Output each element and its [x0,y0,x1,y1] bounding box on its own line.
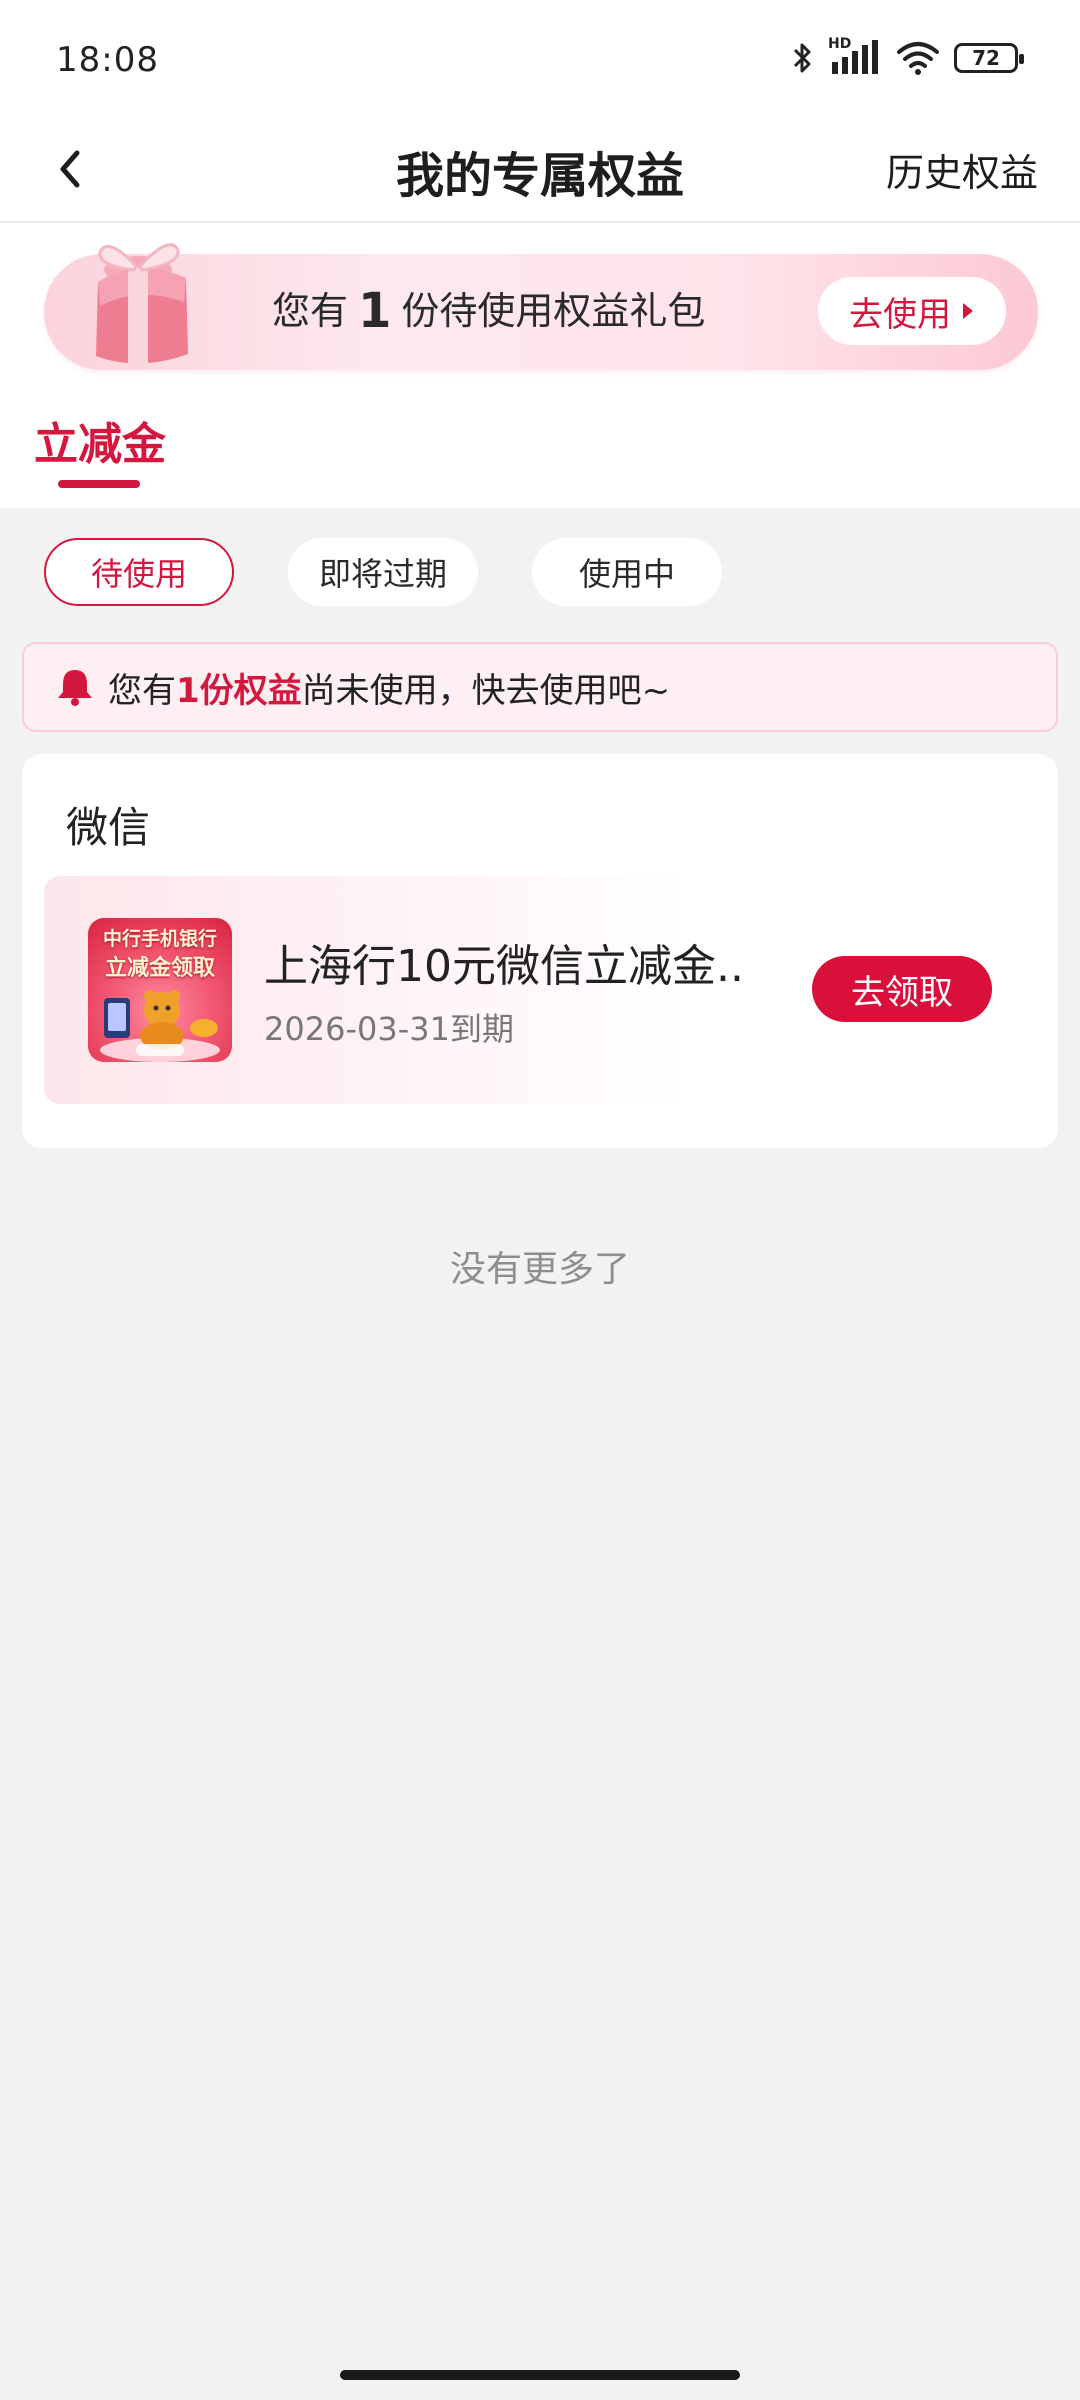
back-button[interactable] [40,134,100,204]
battery-icon: 72 [954,43,1024,73]
benefit-thumbnail: 中行手机银行 立减金领取 [88,918,232,1062]
status-bar: 18:08 HD 72 [0,0,1080,120]
card-title: 微信 [66,803,151,852]
claim-button[interactable]: 去领取 [812,956,992,1022]
filter-pending[interactable]: 待使用 [44,538,234,606]
wifi-icon [896,40,940,76]
gift-box-icon [38,222,238,372]
use-button[interactable]: 去使用 [818,277,1006,345]
bluetooth-icon [792,40,814,76]
signal-icon: HD [828,36,882,76]
bell-icon [54,666,96,708]
benefit-name: 上海行10元微信立减金... [264,941,744,992]
tab-instant-discount[interactable]: 立减金 [34,408,166,472]
use-button-label: 去使用 [849,294,951,335]
unused-notice: 您有 1份权益 尚未使用，快去使用吧~ [22,642,1058,732]
gift-banner-text: 您有 1 份待使用权益礼包 [272,280,705,339]
mascot-illustration [100,990,220,1062]
nav-bar: 我的专属权益 历史权益 [0,120,1080,220]
no-more-text: 没有更多了 [449,1249,630,1290]
status-icons: HD 72 [792,36,1024,76]
notice-suffix: 尚未使用，快去使用吧~ [301,670,671,711]
filter-in-use[interactable]: 使用中 [532,538,722,606]
home-indicator[interactable] [340,2370,740,2380]
chevron-left-icon [60,150,80,188]
filter-expiring-soon[interactable]: 即将过期 [288,538,478,606]
history-benefits-link[interactable]: 历史权益 [886,142,1038,197]
play-arrow-icon [963,303,973,319]
notice-prefix: 您有 [108,670,176,711]
gift-count: 1 [358,283,392,339]
gift-text-prefix: 您有 [272,289,349,333]
tab-underline [58,480,140,488]
thumb-text-line1: 中行手机银行 [102,928,217,950]
status-time: 18:08 [56,40,159,80]
gift-text-suffix: 份待使用权益礼包 [401,289,706,333]
notice-highlight: 1份权益 [176,670,302,711]
benefit-expiry: 2026-03-31到期 [264,1010,514,1048]
